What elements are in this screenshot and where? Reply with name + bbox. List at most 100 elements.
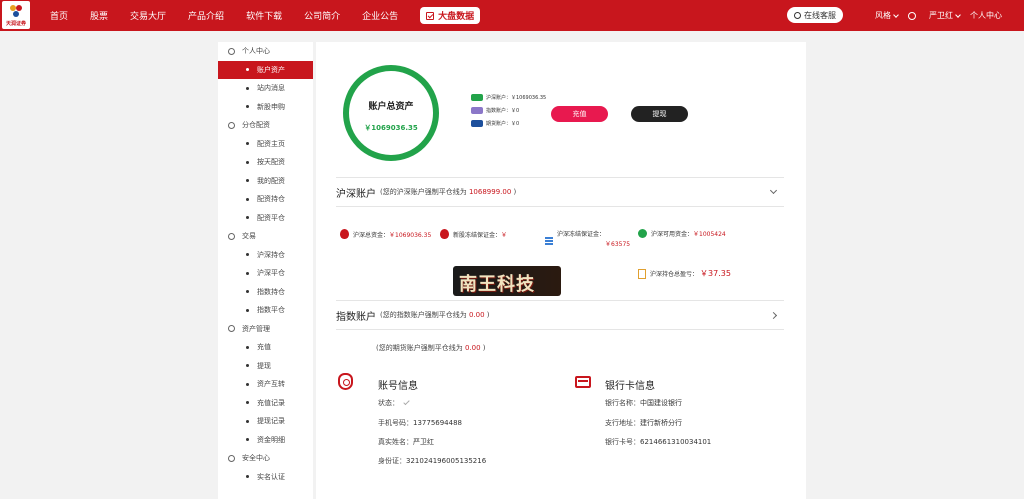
ipo-frozen-margin: 新股冻结保证金： ￥ [440,229,507,239]
sidebar-item-label: 提现 [257,361,271,370]
index-liquidation-note: (您的指数账户强制平仓线为 0.00 ) [380,310,490,320]
nav-home[interactable]: 首页 [50,9,68,22]
info-label: 银行名称： [605,399,640,407]
sidebar-item-ipo[interactable]: 新股申购 [218,98,313,117]
nav-products[interactable]: 产品介绍 [188,9,224,22]
sidebar-item-label: 充值记录 [257,398,285,407]
sidebar-item-label: 指数持仓 [257,287,285,296]
sidebar-item-index-positions[interactable]: 指数持仓 [218,283,313,302]
nav-stocks[interactable]: 股票 [90,9,108,22]
account-status-row: 状态： [378,398,410,408]
sidebar-item-margin-home[interactable]: 配资主页 [218,135,313,154]
info-label: 真实姓名： [378,438,413,446]
watermark-text: 南王科技 [459,274,535,295]
watermark-logo: 南王科技 [453,266,561,296]
personal-center-link[interactable]: 个人中心 [970,10,1002,21]
sidebar-group-margin: 分仓配资 [218,116,313,135]
sidebar-item-withdraw[interactable]: 提现 [218,357,313,376]
sidebar-item-shsz-positions[interactable]: 沪深持仓 [218,246,313,265]
bank-value: 中国建设银行 [640,399,682,407]
kv-label: 新股冻结保证金： [453,231,502,239]
coin-stack-icon [545,237,553,246]
sidebar-item-margin-close[interactable]: 配资平仓 [218,209,313,228]
chevron-down-icon [955,11,961,18]
sidebar-item-verification[interactable]: 实名认证 [218,468,313,487]
sidebar-item-label: 沪深平仓 [257,269,285,278]
legend-label: 期货账户：￥0 [486,121,520,127]
sidebar-item-fund-details[interactable]: 资金明细 [218,431,313,450]
recharge-button[interactable]: 充值 [551,106,608,122]
online-service-button[interactable]: 在线客服 [787,7,843,23]
kv-label: 沪深持仓总盈亏： [650,271,699,278]
sidebar-item-margin-positions[interactable]: 配资持仓 [218,190,313,209]
shsz-holding-pnl: 沪深持仓总盈亏： ￥37.35 [638,268,731,279]
shsz-account-title: 沪深账户 [336,188,376,200]
logo[interactable]: 天润证券 [2,1,30,29]
checkbox-icon [426,11,435,20]
note-prefix: (您的沪深账户强制平仓线为 [380,188,467,196]
shsz-account-header[interactable]: 沪深账户 (您的沪深账户强制平仓线为 1068999.00 ) [336,177,784,207]
kv-value: ￥ [501,231,508,239]
target-icon [228,232,235,240]
info-label: 支行地址： [605,419,640,427]
sidebar-item-my-margin[interactable]: 我的配资 [218,172,313,191]
account-name-row: 真实姓名：严卫红 [378,437,434,447]
shsz-frozen-margin: 沪深冻结保证金： ￥63575 [545,229,630,248]
withdraw-button[interactable]: 提现 [631,106,688,122]
sidebar-item-label: 配资持仓 [257,195,285,204]
market-data-button[interactable]: 大盘数据 [420,7,481,24]
nav-download[interactable]: 软件下载 [246,9,282,22]
clock-icon [228,121,235,129]
sidebar-item-account-assets[interactable]: 账户资产 [218,60,313,79]
nav-about[interactable]: 公司简介 [304,9,340,22]
bullet-icon [246,179,249,183]
bank-branch-row: 支行地址：建行新桥分行 [605,418,682,428]
style-menu[interactable]: 风格 [865,10,899,21]
note-value: 0.00 [468,311,485,319]
sidebar-item-shsz-close[interactable]: 沪深平仓 [218,264,313,283]
legend-label: 沪深账户：￥1069036.35 [486,95,547,101]
chevron-right-icon[interactable] [769,311,778,320]
phone-value: 13775694488 [413,419,462,427]
nav-announcements[interactable]: 企业公告 [362,9,398,22]
sidebar-group-label: 个人中心 [242,47,270,56]
shsz-available-funds: 沪深可用资金： ￥1005424 [638,229,726,238]
sidebar-item-label: 我的配资 [257,176,285,185]
sidebar-group-assets: 资产管理 [218,320,313,339]
total-assets-title: 账户总资产 [368,102,414,112]
user-menu[interactable]: 严卫红 [908,10,961,21]
sidebar: 个人中心 账户资产 站内消息 新股申购 分仓配资 配资主页 按天配资 我的配资 … [218,42,313,499]
id-value: 321024196005135216 [406,457,487,465]
sidebar-item-label: 提现记录 [257,417,285,426]
bullet-icon [246,438,249,442]
logo-text: 天润证券 [5,21,26,27]
sidebar-group-label: 安全中心 [242,454,270,463]
note-value: 0.00 [464,344,481,352]
user-name: 严卫红 [929,11,953,20]
style-label: 风格 [875,11,891,20]
sidebar-item-daily-margin[interactable]: 按天配资 [218,153,313,172]
chevron-down-icon[interactable] [769,186,778,195]
main-panel: 账户总资产 ￥1069036.35 沪深账户：￥1069036.35 指数账户：… [316,42,806,499]
sidebar-item-withdraw-records[interactable]: 提现记录 [218,412,313,431]
sidebar-item-label: 资金明细 [257,435,285,444]
sidebar-group-personal: 个人中心 [218,42,313,61]
bullet-icon [246,308,249,312]
sidebar-item-label: 配资平仓 [257,213,285,222]
sidebar-item-messages[interactable]: 站内消息 [218,79,313,98]
index-account-title: 指数账户 [336,311,376,323]
info-label: 身份证： [378,457,406,465]
chevron-down-icon [893,11,899,18]
legend-swatch [471,94,483,101]
sidebar-item-recharge-records[interactable]: 充值记录 [218,394,313,413]
sidebar-item-label: 账户资产 [257,65,285,74]
sidebar-item-transfer[interactable]: 资产互转 [218,375,313,394]
nav-trading-hall[interactable]: 交易大厅 [130,9,166,22]
total-assets-value: ￥1069036.35 [364,124,418,132]
sidebar-item-index-close[interactable]: 指数平仓 [218,301,313,320]
logo-mark-icon [10,5,22,17]
main-nav: 首页 股票 交易大厅 产品介绍 软件下载 公司简介 企业公告 大盘数据 [50,0,481,31]
bank-card-icon [575,376,591,388]
sidebar-item-recharge[interactable]: 充值 [218,338,313,357]
index-account-header[interactable]: 指数账户 (您的指数账户强制平仓线为 0.00 ) [336,300,784,330]
